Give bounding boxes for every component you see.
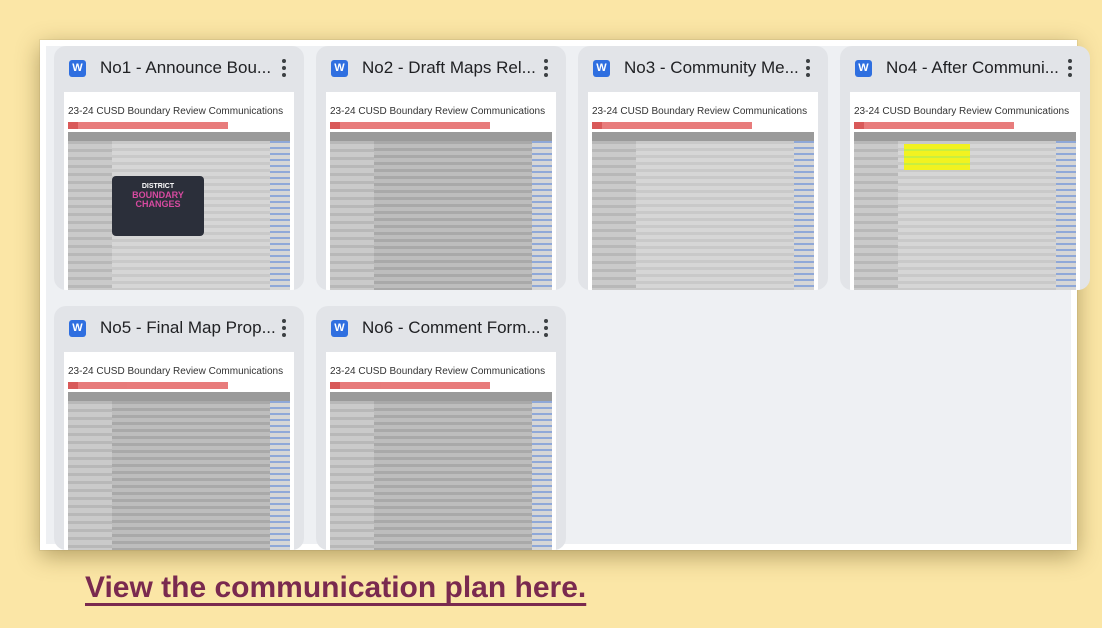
highlighted-text [904,144,970,170]
doc-thumbnail[interactable]: 23-24 CUSD Boundary Review Communication… [64,352,294,550]
section-heading-bar [854,122,1014,129]
table-header-bar [592,132,814,141]
doc-card-header: W No6 - Comment Form... [316,306,566,350]
doc-card-header: W No4 - After Communi... [840,46,1090,90]
section-heading-bar [592,122,752,129]
section-heading-bar [330,382,490,389]
doc-card-2[interactable]: W No2 - Draft Maps Rel... 23-24 CUSD Bou… [316,46,566,290]
table-header-bar [68,392,290,401]
doc-heading: 23-24 CUSD Boundary Review Communication… [68,106,284,117]
more-options-icon[interactable] [278,55,290,81]
doc-card-3[interactable]: W No3 - Community Me... 23-24 CUSD Bound… [578,46,828,290]
doc-title[interactable]: No1 - Announce Bou... [100,56,271,80]
doc-thumbnail[interactable]: 23-24 CUSD Boundary Review Communication… [64,92,294,290]
table-header-bar [330,132,552,141]
doc-card-header: W No5 - Final Map Prop... [54,306,304,350]
banner-line-1: DISTRICT [141,183,175,190]
documents-grid: W No1 - Announce Bou... 23-24 CUSD Bound… [46,46,1090,550]
more-options-icon[interactable] [540,55,552,81]
section-heading-bar [68,122,228,129]
word-doc-icon: W [331,320,348,337]
table-header-bar [330,392,552,401]
word-doc-icon: W [855,60,872,77]
boundary-changes-banner: DISTRICT BOUNDARY CHANGES [112,176,204,236]
doc-card-6[interactable]: W No6 - Comment Form... 23-24 CUSD Bound… [316,306,566,550]
table-header-bar [854,132,1076,141]
doc-title[interactable]: No3 - Community Me... [624,56,799,80]
doc-card-4[interactable]: W No4 - After Communi... 23-24 CUSD Boun… [840,46,1090,290]
banner-line-2: BOUNDARY CHANGES [132,190,184,209]
table-header-bar [68,132,290,141]
doc-thumbnail[interactable]: 23-24 CUSD Boundary Review Communication… [588,92,818,290]
doc-heading: 23-24 CUSD Boundary Review Communication… [592,106,808,117]
doc-card-header: W No2 - Draft Maps Rel... [316,46,566,90]
screenshot-frame: W No1 - Announce Bou... 23-24 CUSD Bound… [40,40,1090,550]
doc-heading: 23-24 CUSD Boundary Review Communication… [330,106,546,117]
section-heading-bar [68,382,228,389]
doc-card-header: W No1 - Announce Bou... [54,46,304,90]
word-doc-icon: W [331,60,348,77]
doc-card-5[interactable]: W No5 - Final Map Prop... 23-24 CUSD Bou… [54,306,304,550]
doc-title[interactable]: No5 - Final Map Prop... [100,316,276,340]
more-options-icon[interactable] [278,315,290,341]
table-body [330,141,552,290]
word-doc-icon: W [69,320,86,337]
table-body [68,401,290,550]
doc-thumbnail[interactable]: 23-24 CUSD Boundary Review Communication… [850,92,1080,290]
word-doc-icon: W [593,60,610,77]
doc-heading: 23-24 CUSD Boundary Review Communication… [330,366,546,377]
doc-thumbnail[interactable]: 23-24 CUSD Boundary Review Communication… [326,352,556,550]
word-doc-icon: W [69,60,86,77]
section-heading-bar [330,122,490,129]
table-body [330,401,552,550]
more-options-icon[interactable] [1064,55,1076,81]
doc-thumbnail[interactable]: 23-24 CUSD Boundary Review Communication… [326,92,556,290]
more-options-icon[interactable] [540,315,552,341]
more-options-icon[interactable] [802,55,814,81]
doc-heading: 23-24 CUSD Boundary Review Communication… [854,106,1070,117]
doc-title[interactable]: No4 - After Communi... [886,56,1059,80]
doc-card-1[interactable]: W No1 - Announce Bou... 23-24 CUSD Bound… [54,46,304,290]
doc-title[interactable]: No6 - Comment Form... [362,316,541,340]
doc-card-header: W No3 - Community Me... [578,46,828,90]
doc-title[interactable]: No2 - Draft Maps Rel... [362,56,536,80]
doc-heading: 23-24 CUSD Boundary Review Communication… [68,366,284,377]
table-body [592,141,814,290]
communication-plan-link[interactable]: View the communication plan here. [85,571,586,605]
